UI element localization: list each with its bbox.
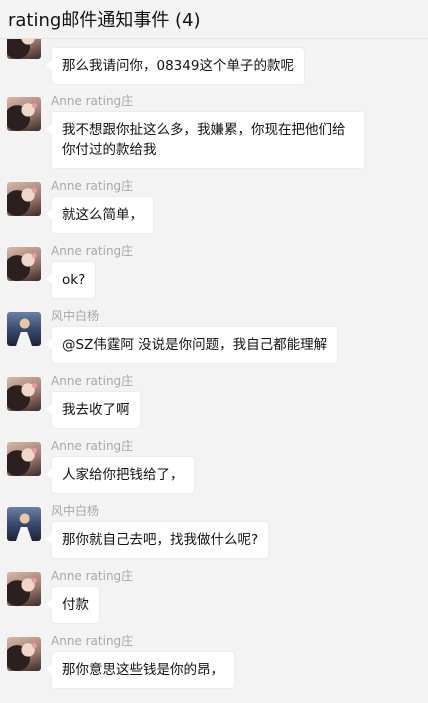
message-bubble[interactable]: 我去收了啊 [46, 391, 141, 429]
message-bubble[interactable]: 付款 [46, 586, 100, 624]
message-bubble[interactable]: 我不想跟你扯这么多，我嫌累，你现在把他们给你付过的款给我 [46, 111, 365, 169]
message-bubble[interactable]: 就这么简单， [46, 196, 154, 234]
anne-avatar[interactable] [7, 39, 41, 59]
anne-avatar[interactable] [7, 442, 41, 476]
sender-name: 风中白杨 [51, 504, 100, 518]
sender-name: Anne rating庄 [51, 374, 134, 388]
anne-avatar[interactable] [7, 637, 41, 671]
chat-header: rating邮件通知事件 (4) [0, 0, 428, 39]
sender-name: Anne rating庄 [51, 244, 134, 258]
wind-avatar[interactable] [7, 312, 41, 346]
sender-name: Anne rating庄 [51, 94, 134, 108]
message-bubble[interactable]: ok? [45, 261, 97, 299]
anne-avatar[interactable] [7, 182, 41, 216]
anne-avatar[interactable] [7, 377, 41, 411]
message-bubble[interactable]: 那你就自己去吧，找我做什么呢? [45, 521, 270, 559]
message-bubble[interactable]: 那你意思这些钱是你的昂， [46, 651, 235, 689]
message-bubble[interactable]: @SZ伟霆阿 没说是你问题，我自己都能理解 [45, 326, 339, 364]
wind-avatar[interactable] [7, 507, 41, 541]
sender-name: Anne rating庄 [51, 179, 134, 193]
message-bubble[interactable]: 那么我请问你，08349这个单子的款呢 [46, 47, 305, 85]
sender-name: Anne rating庄 [51, 634, 134, 648]
sender-name: 风中白杨 [51, 309, 100, 323]
anne-avatar[interactable] [7, 572, 41, 606]
sender-name: Anne rating庄 [51, 439, 134, 453]
anne-avatar[interactable] [7, 247, 41, 281]
chat-title: rating邮件通知事件 (4) [8, 10, 201, 31]
message-bubble[interactable]: 人家给你把钱给了， [46, 456, 195, 494]
sender-name: Anne rating庄 [51, 569, 134, 583]
message-list[interactable]: 那么我请问你，08349这个单子的款呢 Anne rating庄 我不想跟你扯这… [0, 39, 428, 703]
anne-avatar[interactable] [7, 97, 41, 131]
